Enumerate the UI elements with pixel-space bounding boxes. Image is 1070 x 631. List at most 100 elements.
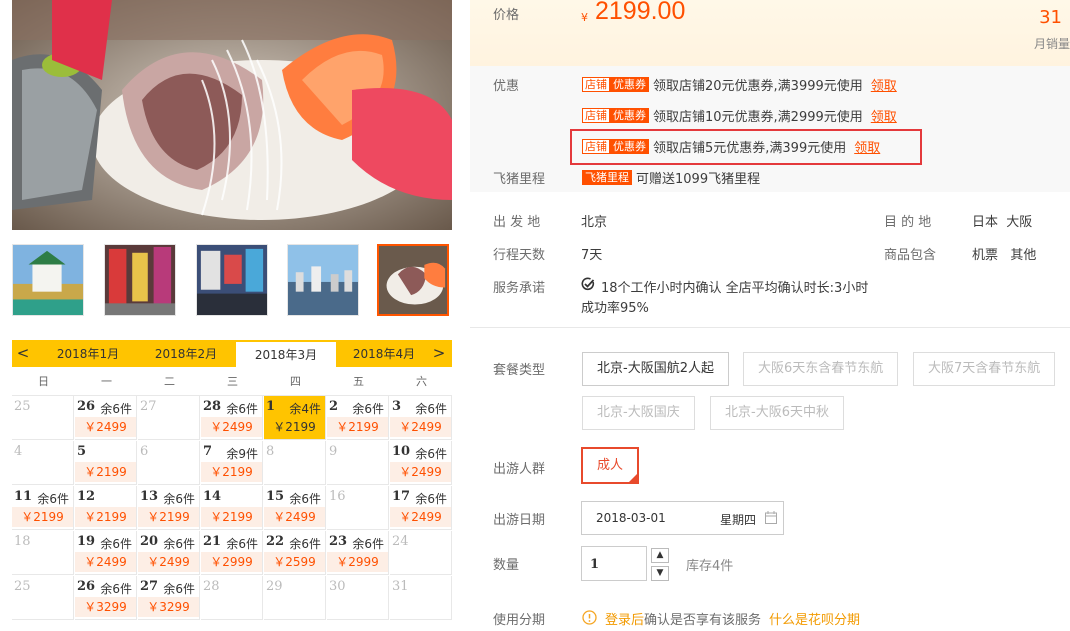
coupon-text: 领取店铺10元优惠券,满2999元使用 — [653, 110, 863, 125]
coupon-highlight-box — [570, 129, 922, 165]
calendar-day-cell[interactable]: 21 余6件 ￥2999 — [201, 531, 263, 575]
calendar-icon[interactable] — [765, 511, 777, 524]
mileage-label: 飞猪里程 — [493, 172, 546, 187]
departure-value: 北京 — [581, 215, 608, 230]
package-option[interactable]: 北京-大阪6天中秋 — [710, 396, 844, 430]
calendar-day-cell[interactable]: 11 余6件 ￥2199 — [12, 486, 74, 530]
calendar-day-stock: 余6件 — [289, 537, 321, 551]
installment-login-link[interactable]: 登录后 — [605, 613, 644, 628]
calendar-day-cell[interactable]: 2 余6件 ￥2199 — [327, 396, 389, 440]
calendar-grid: 25 26 余6件 ￥2499 27 28 余6件 ￥2499 1 余4件 ￥2199 2 余6件 ￥21… — [12, 395, 452, 621]
calendar-day-number: 27 — [140, 399, 157, 414]
coupon-tag-coupon: 优惠券 — [610, 108, 649, 123]
thumbnail-4[interactable] — [287, 244, 359, 316]
calendar-weekday: 二 — [164, 375, 175, 388]
calendar-day-price: ￥2199 — [264, 417, 325, 437]
check-circle-icon — [581, 277, 595, 291]
service-line-2: 成功率95% — [581, 301, 649, 316]
calendar-day-stock: 余6件 — [100, 582, 132, 596]
calendar-weekday: 三 — [227, 375, 238, 388]
calendar-weekdays: 日一二三四五六 — [12, 367, 452, 395]
calendar-day-stock: 余6件 — [226, 537, 258, 551]
promo-label: 优惠 — [493, 79, 520, 94]
calendar-day-price: ￥3299 — [138, 597, 199, 617]
calendar-day-cell: 25 — [12, 396, 74, 440]
coupon-text: 领取店铺20元优惠券,满3999元使用 — [653, 79, 863, 94]
mileage-text: 可赠送1099飞猪里程 — [636, 172, 761, 187]
calendar-day-cell[interactable]: 27 余6件 ￥3299 — [138, 576, 200, 620]
calendar-day-cell[interactable]: 7 余9件 ￥2199 — [201, 441, 263, 485]
calendar-day-cell[interactable]: 20 余6件 ￥2499 — [138, 531, 200, 575]
calendar-day-number: 5 — [77, 444, 87, 459]
calendar-day-cell[interactable]: 26 余6件 ￥2499 — [75, 396, 137, 440]
calendar-day-cell[interactable]: 19 余6件 ￥2499 — [75, 531, 137, 575]
calendar-day-number: 14 — [203, 489, 222, 504]
service-label: 服务承诺 — [493, 281, 546, 296]
package-option[interactable]: 大阪7天含春节东航 — [913, 352, 1056, 386]
calendar-day-stock: 余6件 — [100, 537, 132, 551]
selected-corner-check-icon — [627, 474, 637, 484]
calendar-day-cell[interactable]: 12 ￥2199 — [75, 486, 137, 530]
calendar-day-stock: 余6件 — [415, 447, 447, 461]
calendar-day-price: ￥2199 — [327, 417, 388, 437]
calendar-day-number: 27 — [140, 579, 159, 594]
calendar-day-price: ￥2199 — [201, 507, 262, 527]
calendar-prev-arrow-icon[interactable]: < — [12, 340, 34, 367]
calendar-day-number: 30 — [329, 579, 346, 594]
date-calendar: < 2018年1月 2018年2月 2018年3月 2018年4月 > 日 一 二 三… — [12, 340, 452, 621]
calendar-day-stock: 余6件 — [226, 402, 258, 416]
quantity-increase-icon[interactable]: ▲ — [651, 548, 669, 563]
package-option-selected[interactable]: 北京-大阪国航2人起 — [582, 352, 729, 386]
days-value: 7天 — [581, 248, 603, 263]
calendar-day-cell[interactable]: 17 余6件 ￥2499 — [390, 486, 452, 530]
package-option[interactable]: 北京-大阪国庆 — [582, 396, 695, 430]
calendar-day-cell[interactable]: 14 ￥2199 — [201, 486, 263, 530]
calendar-day-cell: 4 — [12, 441, 74, 485]
calendar-day-number: 26 — [77, 579, 96, 594]
calendar-day-number: 7 — [203, 444, 213, 459]
calendar-day-cell[interactable]: 13 余6件 ￥2199 — [138, 486, 200, 530]
calendar-day-stock: 余6件 — [415, 402, 447, 416]
calendar-day-cell-selected[interactable]: 1 余4件 ￥2199 — [264, 396, 326, 440]
thumbnail-5-selected[interactable] — [377, 244, 449, 316]
price-currency: ¥ — [581, 11, 588, 24]
calendar-day-cell[interactable]: 26 余6件 ￥3299 — [75, 576, 137, 620]
package-option[interactable]: 大阪6天东含春节东航 — [743, 352, 899, 386]
calendar-next-arrow-icon[interactable]: > — [428, 340, 450, 367]
calendar-day-price: ￥2499 — [390, 462, 451, 482]
calendar-month-tab[interactable]: 2018年4月 — [334, 340, 434, 367]
calendar-month-tab[interactable]: 2018年2月 — [136, 340, 236, 367]
coupon-tag-shop: 店铺 — [582, 108, 610, 123]
quantity-input[interactable]: 1 — [581, 546, 647, 581]
calendar-day-number: 20 — [140, 534, 159, 549]
calendar-day-cell[interactable]: 22 余6件 ￥2599 — [264, 531, 326, 575]
quantity-label: 数量 — [493, 558, 520, 573]
calendar-day-number: 2 — [329, 399, 339, 414]
thumbnail-3[interactable] — [196, 244, 268, 316]
calendar-day-cell[interactable]: 28 余6件 ￥2499 — [201, 396, 263, 440]
thumbnail-1[interactable] — [12, 244, 84, 316]
calendar-day-cell: 6 — [138, 441, 200, 485]
calendar-day-stock: 余4件 — [289, 402, 321, 416]
calendar-day-stock: 余6件 — [163, 537, 195, 551]
calendar-month-tab[interactable]: 2018年1月 — [38, 340, 138, 367]
travel-date-field[interactable]: 2018-03-01 星期四 — [581, 501, 784, 535]
destination-value: 日本 大阪 — [972, 215, 1033, 230]
calendar-day-number: 22 — [266, 534, 285, 549]
coupon-claim-link[interactable]: 领取 — [871, 75, 897, 94]
calendar-day-cell[interactable]: 23 余6件 ￥2999 — [327, 531, 389, 575]
installment-help-link[interactable]: 什么是花呗分期 — [769, 613, 860, 628]
calendar-day-cell[interactable]: 5 ￥2199 — [75, 441, 137, 485]
calendar-day-cell[interactable]: 15 余6件 ￥2499 — [264, 486, 326, 530]
calendar-day-cell[interactable]: 3 余6件 ￥2499 — [390, 396, 452, 440]
calendar-day-number: 11 — [14, 489, 33, 504]
travel-date-label: 出游日期 — [493, 513, 546, 528]
coupon-claim-link[interactable]: 领取 — [871, 106, 897, 125]
service-line-1: 18个工作小时内确认 全店平均确认时长:3小时 — [601, 281, 869, 296]
calendar-day-price: ￥2499 — [75, 552, 136, 572]
calendar-month-tab-active[interactable]: 2018年3月 — [236, 342, 336, 369]
thumbnail-2[interactable] — [104, 244, 176, 316]
quantity-decrease-icon[interactable]: ▼ — [651, 566, 669, 581]
calendar-day-number: 17 — [392, 489, 411, 504]
calendar-day-cell[interactable]: 10 余6件 ￥2499 — [390, 441, 452, 485]
